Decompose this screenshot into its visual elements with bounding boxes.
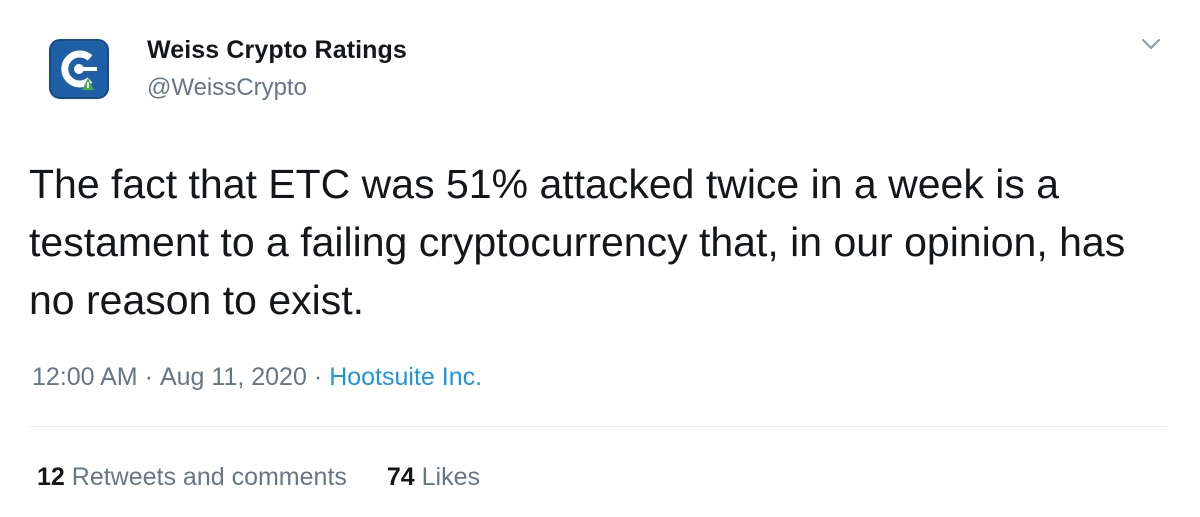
author-handle[interactable]: @WeissCrypto <box>147 74 307 102</box>
weiss-crypto-logo-icon <box>49 39 109 99</box>
retweets-count: 12 <box>37 463 65 491</box>
tweet-time[interactable]: 12:00 AM <box>32 363 138 391</box>
author-name[interactable]: Weiss Crypto Ratings <box>147 36 407 65</box>
retweets-stat[interactable]: 12 Retweets and comments <box>37 463 347 491</box>
retweets-label: Retweets and comments <box>71 463 347 491</box>
tweet-meta: 12:00 AM · Aug 11, 2020 · Hootsuite Inc. <box>32 363 482 392</box>
chevron-down-icon[interactable] <box>1140 36 1162 52</box>
likes-label: Likes <box>421 463 481 491</box>
tweet-card: Weiss Crypto Ratings @WeissCrypto The fa… <box>0 0 1200 517</box>
meta-separator: · <box>144 363 153 391</box>
tweet-date[interactable]: Aug 11, 2020 <box>160 363 307 391</box>
tweet-stats: 12 Retweets and comments 74 Likes <box>37 463 520 492</box>
divider <box>29 426 1167 427</box>
avatar[interactable] <box>39 29 119 109</box>
tweet-text: The fact that ETC was 51% attacked twice… <box>29 161 1126 323</box>
meta-separator: · <box>313 363 323 391</box>
likes-stat[interactable]: 74 Likes <box>387 463 480 491</box>
likes-count: 74 <box>386 463 415 491</box>
tweet-source-link[interactable]: Hootsuite Inc. <box>329 363 482 391</box>
